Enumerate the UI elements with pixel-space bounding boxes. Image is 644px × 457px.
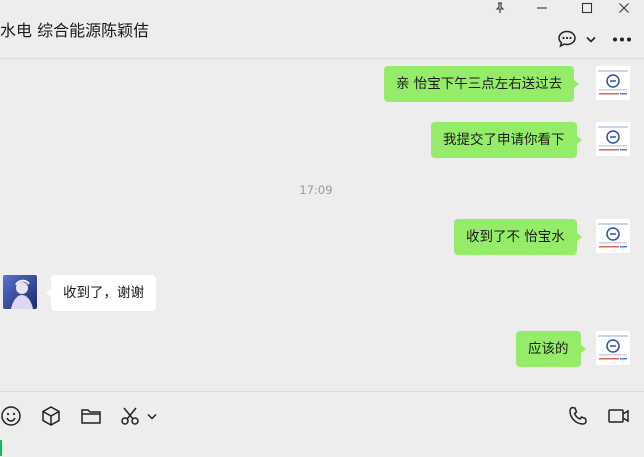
scissors-icon[interactable] [117, 403, 143, 429]
chevron-down-icon[interactable] [145, 403, 159, 429]
video-icon[interactable] [606, 403, 632, 429]
message-list[interactable]: 亲 怡宝下午三点左右送过去 我提交了申请你看下 17:09 收到了不 怡宝水 收… [0, 59, 644, 391]
minimize-icon[interactable] [522, 0, 562, 16]
emoji-icon[interactable] [0, 403, 24, 429]
maximize-icon[interactable] [567, 0, 607, 16]
message-bubble-outgoing[interactable]: 应该的 [516, 331, 585, 367]
message-bubble-outgoing[interactable]: 我提交了申请你看下 [431, 122, 581, 158]
message-bubble-outgoing[interactable]: 收到了不 怡宝水 [454, 219, 582, 255]
avatar[interactable] [596, 66, 630, 100]
more-icon[interactable] [611, 28, 633, 50]
chat-title[interactable]: 水电 综合能源陈颖佶 [0, 20, 149, 42]
phone-icon[interactable] [565, 403, 591, 429]
avatar[interactable] [596, 122, 630, 156]
avatar[interactable] [3, 275, 37, 309]
folder-icon[interactable] [78, 403, 104, 429]
box-icon[interactable] [38, 403, 64, 429]
message-timestamp: 17:09 [299, 183, 333, 197]
title-bar: 水电 综合能源陈颖佶 [0, 0, 644, 58]
pin-icon[interactable] [480, 0, 520, 16]
message-input[interactable] [0, 436, 644, 457]
input-divider [0, 391, 644, 392]
close-icon[interactable] [604, 0, 644, 16]
message-bubble-incoming[interactable]: 收到了，谢谢 [46, 275, 156, 311]
message-bubble-outgoing[interactable]: 亲 怡宝下午三点左右送过去 [384, 66, 580, 102]
avatar[interactable] [596, 219, 630, 253]
avatar[interactable] [596, 331, 630, 365]
text-cursor [0, 440, 2, 456]
chevron-down-icon[interactable] [584, 28, 598, 50]
chat-bubble-icon[interactable] [556, 28, 578, 50]
